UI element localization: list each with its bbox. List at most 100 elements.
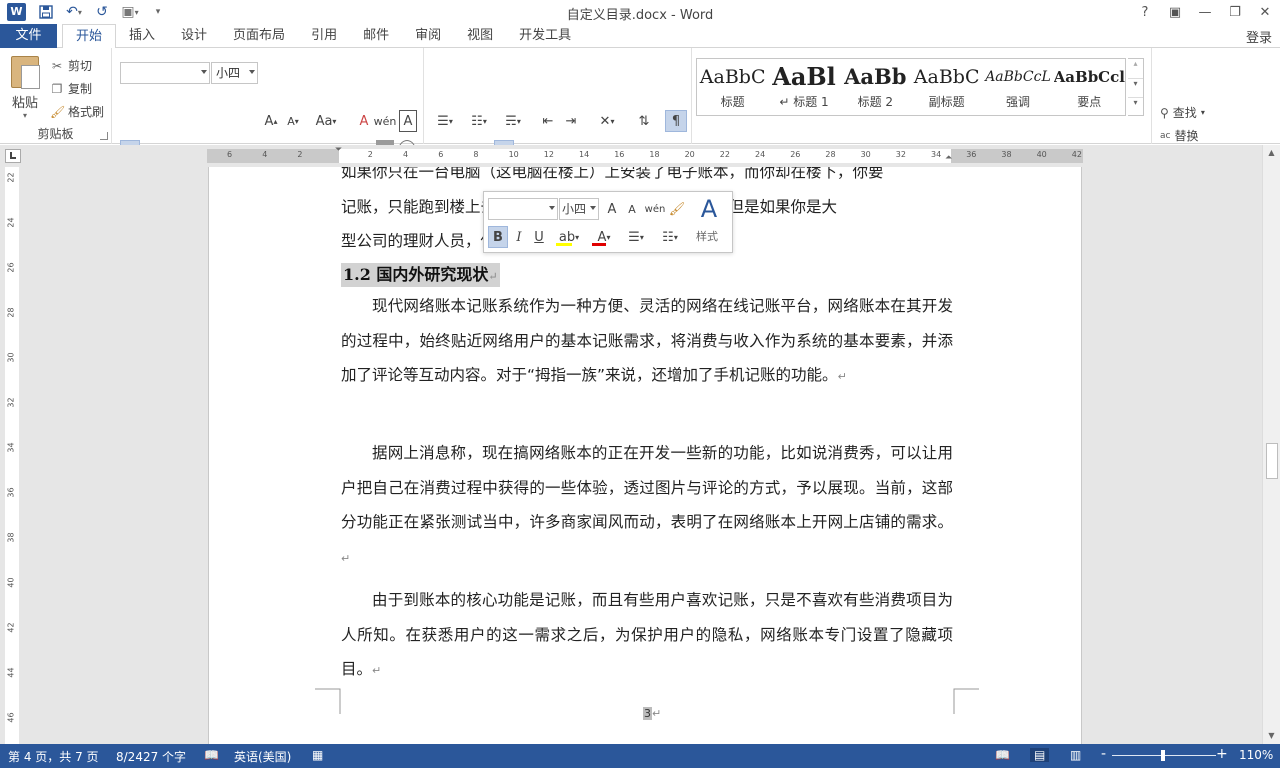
heading-1-2[interactable]: 1.2 国内外研究现状↵	[341, 263, 500, 287]
mini-font-name-combobox[interactable]	[488, 198, 558, 220]
font-name-combobox[interactable]	[120, 62, 210, 84]
heading-text: 1.2 国内外研究现状	[343, 265, 489, 284]
mini-styles-icon[interactable]: A	[694, 194, 724, 224]
format-painter-button[interactable]: 🖌 格式刷	[50, 100, 104, 123]
paragraph-4[interactable]: 由于到账本的核心功能是记账，而且有些用户喜欢记账，只是不喜欢有些消费项目为人所知…	[341, 583, 953, 689]
mini-italic-button[interactable]: I	[511, 226, 527, 248]
tab-3[interactable]: 页面布局	[220, 24, 298, 48]
sign-in-link[interactable]: 登录	[1246, 27, 1272, 46]
decrease-indent-icon[interactable]: ⇤	[538, 110, 558, 132]
ruler-tick-label: 32	[6, 397, 16, 408]
zoom-in-button[interactable]: +	[1216, 746, 1228, 762]
proofing-icon[interactable]: 📖	[204, 748, 219, 762]
mini-font-size-combobox[interactable]: 小四	[559, 198, 599, 220]
copy-button[interactable]: ❐ 复制	[50, 77, 104, 100]
page-indicator[interactable]: 第 4 页，共 7 页	[8, 748, 99, 765]
macro-recording-icon[interactable]: ▦	[312, 748, 323, 762]
find-button[interactable]: ⚲ 查找 ▾	[1160, 104, 1205, 121]
character-border-icon[interactable]: A	[399, 110, 417, 132]
scroll-thumb[interactable]	[1266, 443, 1278, 479]
horizontal-ruler[interactable]: 6 4 2 2 4 6 8 10 12 14 16 18 20 22 24 26 28 30 32 34 36 38 40 4…	[207, 145, 1083, 163]
style-item[interactable]: AaBb 标题 2	[840, 59, 911, 115]
style-item[interactable]: AaBbC 标题	[697, 59, 768, 115]
style-item[interactable]: AaBbC 副标题	[911, 59, 982, 115]
mini-phonetic-icon[interactable]: wén	[645, 198, 666, 220]
multilevel-list-icon[interactable]: ☴ ▾	[498, 110, 528, 132]
clear-formatting-icon[interactable]: A	[355, 110, 373, 132]
tab-selector[interactable]	[5, 149, 21, 163]
scroll-up-icon[interactable]: ▲	[1263, 145, 1280, 161]
mini-bullets-icon[interactable]: ☰ ▾	[622, 226, 650, 248]
mini-grow-font-icon[interactable]: A	[604, 198, 620, 220]
tab-7[interactable]: 视图	[454, 24, 506, 48]
tab-8[interactable]: 开发工具	[506, 24, 584, 48]
increase-indent-icon[interactable]: ⇥	[561, 110, 581, 132]
copy-label: 复制	[68, 82, 93, 96]
paste-icon	[11, 56, 40, 89]
paragraph-3[interactable]: 据网上消息称，现在搞网络账本的正在开发一些新的功能，比如说消费秀，可以让用户把自…	[341, 436, 953, 576]
web-layout-icon[interactable]: ▥	[1070, 748, 1081, 762]
font-size-combobox[interactable]: 小四	[211, 62, 258, 84]
print-layout-icon[interactable]: ▤	[1030, 748, 1050, 762]
mini-bold-button[interactable]: B	[488, 226, 508, 248]
ruler-tick-label: 42	[6, 622, 16, 633]
tab-1[interactable]: 插入	[116, 24, 168, 48]
cut-button[interactable]: ✂ 剪切	[50, 54, 104, 77]
tab-5[interactable]: 邮件	[350, 24, 402, 48]
gallery-down-icon[interactable]: ▾	[1128, 78, 1143, 97]
shrink-font-icon[interactable]: A ▾	[284, 110, 302, 132]
styles-gallery-scroll[interactable]: ▴ ▾ ▾	[1128, 58, 1144, 116]
mini-shrink-font-icon[interactable]: A	[624, 198, 640, 220]
clipboard-dialog-launcher[interactable]	[100, 132, 108, 140]
first-line-indent-marker[interactable]: ⏷	[335, 145, 342, 155]
mini-styles-label: 样式	[696, 230, 718, 243]
mini-underline-button[interactable]: U	[531, 226, 547, 248]
word-count[interactable]: 8/2427 个字	[116, 748, 186, 765]
chinese-layout-icon[interactable]: ✕ ▾	[592, 110, 622, 132]
gallery-more-icon[interactable]: ▾	[1128, 97, 1143, 115]
sort-icon[interactable]: ⇅	[634, 110, 654, 132]
replace-button[interactable]: ac 替换	[1160, 127, 1198, 144]
restore-icon[interactable]: ❐	[1220, 0, 1250, 24]
tab-4[interactable]: 引用	[298, 24, 350, 48]
vertical-ruler-bar: 22 24 26 28 30 32 34 36 38 40 42 44 46	[0, 167, 22, 744]
close-icon[interactable]: ✕	[1250, 0, 1280, 24]
paste-button[interactable]: 粘贴 ▾	[8, 56, 42, 120]
help-button[interactable]: ?	[1130, 0, 1160, 24]
paragraph-2[interactable]: 现代网络账本记账系统作为一种方便、灵活的网络在线记账平台，网络账本在其开发的过程…	[341, 289, 953, 395]
bullets-icon[interactable]: ☰ ▾	[430, 110, 460, 132]
zoom-out-button[interactable]: -	[1101, 746, 1106, 762]
paragraph-mark: ↵	[372, 664, 382, 677]
minimize-icon[interactable]: —	[1190, 0, 1220, 24]
zoom-slider-thumb[interactable]	[1161, 750, 1165, 761]
mini-numbering-icon[interactable]: ☷ ▾	[656, 226, 684, 248]
vertical-scrollbar[interactable]: ▲ ▼	[1262, 145, 1280, 744]
ruler-tick-label: 24	[755, 150, 766, 159]
numbering-icon[interactable]: ☷ ▾	[464, 110, 494, 132]
language-indicator[interactable]: 英语(美国)	[234, 748, 291, 765]
ruler-tick-label: 18	[649, 150, 660, 159]
document-page[interactable]: 如果你只在一台电脑（这电脑在楼上）上安装了电子账本，而你却在楼下，你要记账，只能…	[208, 167, 1082, 744]
change-case-icon[interactable]: Aa ▾	[312, 110, 340, 132]
tab-file[interactable]: 文件	[0, 24, 57, 48]
phonetic-guide-icon[interactable]: wén	[374, 110, 397, 132]
tab-2[interactable]: 设计	[168, 24, 220, 48]
ribbon-display-options-icon[interactable]: ▣	[1160, 0, 1190, 24]
style-item[interactable]: AaBbCcL 强调	[982, 59, 1053, 115]
style-item[interactable]: AaBl ↵ 标题 1	[768, 59, 839, 115]
zoom-level[interactable]: 110%	[1239, 748, 1273, 762]
tab-0[interactable]: 开始	[62, 24, 117, 49]
vertical-ruler[interactable]: 22 24 26 28 30 32 34 36 38 40 42 44 46	[5, 167, 19, 744]
scroll-down-icon[interactable]: ▼	[1263, 728, 1280, 744]
show-hide-marks-icon[interactable]: ¶	[665, 110, 687, 132]
read-mode-icon[interactable]: 📖	[995, 748, 1010, 762]
tab-6[interactable]: 审阅	[402, 24, 454, 48]
grow-font-icon[interactable]: A ▴	[262, 110, 280, 132]
paste-dropdown-icon[interactable]: ▾	[8, 111, 42, 120]
style-sample: AaBbC	[913, 66, 980, 88]
window-title: 自定义目录.docx - Word	[566, 8, 714, 23]
mini-format-painter-icon[interactable]: 🖌	[668, 198, 686, 220]
gallery-up-icon[interactable]: ▴	[1128, 59, 1143, 78]
style-item[interactable]: AaBbCcl 要点	[1054, 59, 1125, 115]
right-indent-marker[interactable]: ⏶	[945, 153, 952, 163]
